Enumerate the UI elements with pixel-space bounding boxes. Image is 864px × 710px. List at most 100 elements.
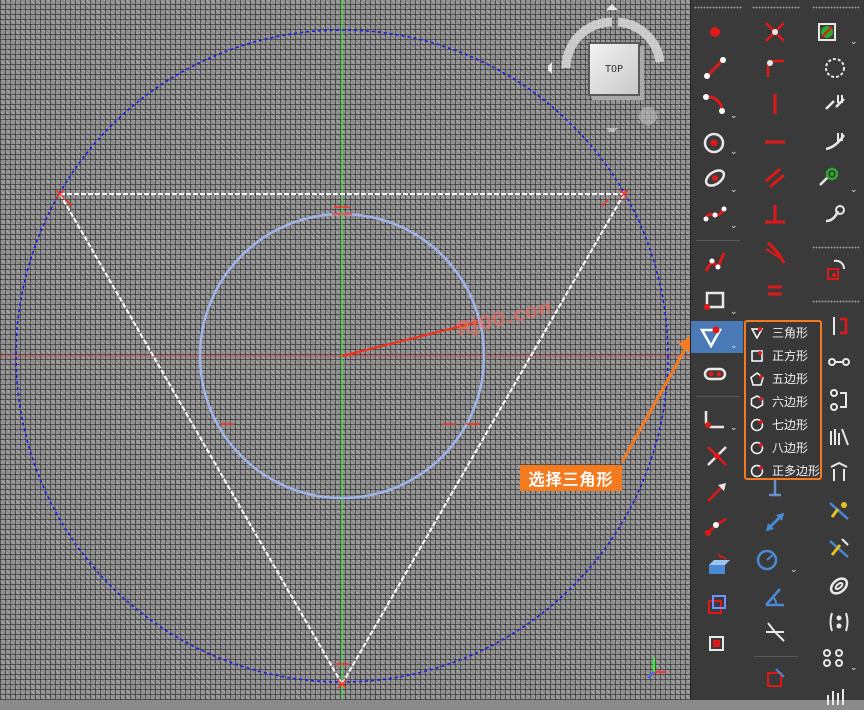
close-shape-button[interactable] (818, 52, 852, 84)
chevron-down-icon[interactable]: ⌄ (730, 424, 740, 433)
constrain-radius-button[interactable] (750, 544, 784, 576)
perpendicular-icon (765, 205, 785, 224)
vertical-distance-button[interactable] (822, 384, 856, 416)
toggle-driving-icon (829, 538, 849, 558)
delete-all-geometry-button[interactable] (816, 642, 850, 674)
menu-item-heptagon[interactable]: 七边形 (746, 413, 820, 436)
toolbar-grip[interactable] (694, 6, 742, 9)
constrain-parallel-button[interactable] (758, 162, 792, 194)
arc-tool-button[interactable] (698, 88, 732, 120)
menu-item-square[interactable]: 正方形 (746, 344, 820, 367)
construction-mode-button[interactable] (700, 626, 734, 658)
menu-item-label: 六边形 (772, 395, 809, 409)
constrain-distance-button[interactable] (758, 506, 792, 538)
construction-mode-icon (709, 636, 724, 651)
menu-item-triangle[interactable]: 三角形 (746, 321, 820, 344)
select-redundant-button[interactable] (812, 162, 846, 194)
constrain-angle-button[interactable] (758, 580, 792, 612)
menu-item-label: 七边形 (772, 418, 809, 432)
callout-label: 选择三角形 (520, 465, 622, 491)
ellipse-tool-button[interactable] (698, 162, 732, 194)
split-tool-button[interactable] (700, 510, 734, 542)
slot-tool-button[interactable] (698, 358, 732, 390)
chevron-down-icon[interactable]: ⌄ (850, 38, 860, 47)
internal-alignment-icon (829, 502, 849, 520)
horizontal-distance-icon (828, 358, 850, 366)
constrain-equal-button[interactable] (758, 274, 792, 306)
triangle-left-edge[interactable] (59, 193, 343, 685)
point-tool-button[interactable] (698, 16, 732, 48)
internal-alignment-button[interactable] (822, 494, 856, 526)
chevron-down-icon[interactable]: ⌄ (730, 342, 740, 351)
chevron-down-icon[interactable]: ⌄ (730, 222, 740, 231)
chevron-down-icon[interactable]: ⌄ (850, 186, 860, 195)
navigation-cube[interactable]: TOP (548, 4, 676, 132)
symmetry-button[interactable] (822, 310, 856, 342)
line-tool-button[interactable] (698, 52, 732, 84)
remove-axes-alignment-button[interactable] (822, 570, 856, 602)
extend-tool-button[interactable] (700, 476, 734, 508)
sketch-viewport[interactable]: TOP RJ00.com 选择三角形 (0, 0, 690, 700)
line-icon (704, 57, 726, 79)
horizontal-distance-button[interactable] (822, 346, 856, 378)
chevron-down-icon[interactable]: ⌄ (730, 308, 740, 317)
menu-item-regular-polygon[interactable]: 正多边形 (746, 459, 820, 482)
menu-item-pentagon[interactable]: 五边形 (746, 367, 820, 390)
chevron-down-icon[interactable]: ⌄ (850, 664, 860, 673)
navcube-left-arrow-icon (548, 62, 552, 74)
more-tools-button[interactable] (818, 678, 852, 710)
toggle-constraint-button[interactable] (758, 662, 792, 694)
select-constraints-button[interactable] (810, 16, 844, 48)
constrain-snell-button[interactable] (758, 616, 792, 648)
menu-item-octagon[interactable]: 八边形 (746, 436, 820, 459)
carbon-copy-button[interactable] (700, 588, 734, 620)
trim-icon (707, 446, 727, 466)
triangle-tool-button[interactable] (694, 321, 728, 353)
lock-constraint-button[interactable] (822, 420, 856, 452)
block-constraint-button[interactable] (822, 456, 856, 488)
chevron-down-icon[interactable]: ⌄ (790, 566, 800, 575)
menu-item-hexagon[interactable]: 六边形 (746, 390, 820, 413)
chevron-down-icon[interactable]: ⌄ (730, 148, 740, 157)
toolbar-grip[interactable] (812, 300, 860, 303)
navcube-face-top[interactable]: TOP (588, 42, 640, 96)
horizontal-icon (765, 140, 785, 144)
constrain-vertical-button[interactable] (758, 88, 792, 120)
select-origin-button[interactable] (818, 198, 852, 230)
external-geometry-icon (709, 554, 730, 574)
connect-edges-button[interactable] (818, 88, 852, 120)
triangle-icon (699, 326, 723, 349)
constrain-coincident-button[interactable] (758, 16, 792, 48)
polyline-tool-button[interactable] (698, 246, 732, 278)
constrain-perpendicular-button[interactable] (758, 198, 792, 230)
svg-text:RJ00.com: RJ00.com (453, 296, 550, 336)
delete-all-constraints-button[interactable] (822, 606, 856, 638)
constrain-tangent-button[interactable] (758, 236, 792, 268)
fillet-tool-button[interactable] (698, 402, 732, 434)
radius-icon (756, 549, 778, 571)
select-conflicting-icon (825, 133, 846, 151)
constrain-horizontal-button[interactable] (758, 126, 792, 158)
clone-button[interactable] (818, 254, 852, 286)
select-origin-icon (825, 205, 845, 223)
trim-tool-button[interactable] (700, 440, 734, 472)
rectangle-tool-button[interactable] (698, 284, 732, 316)
constrain-point-on-object-button[interactable] (758, 52, 792, 84)
toolbar-grip[interactable] (812, 6, 860, 9)
clone-icon (827, 259, 845, 280)
chevron-down-icon[interactable]: ⌄ (730, 112, 740, 121)
triangle-right-edge[interactable] (341, 193, 625, 685)
bspline-tool-button[interactable] (698, 198, 732, 230)
toolbar-separator (754, 656, 798, 657)
select-conflicting-button[interactable] (818, 126, 852, 158)
circle-tool-button[interactable] (698, 126, 732, 158)
distance-icon (765, 512, 785, 532)
toolbar-grip[interactable] (812, 246, 860, 249)
fillet-icon (704, 411, 724, 429)
chevron-down-icon[interactable]: ⌄ (730, 186, 740, 195)
remove-axes-icon (829, 577, 849, 595)
toolbar-grip[interactable] (752, 6, 800, 9)
external-geometry-button[interactable] (700, 550, 734, 582)
square-icon (751, 349, 763, 362)
toggle-driving-button[interactable] (822, 532, 856, 564)
